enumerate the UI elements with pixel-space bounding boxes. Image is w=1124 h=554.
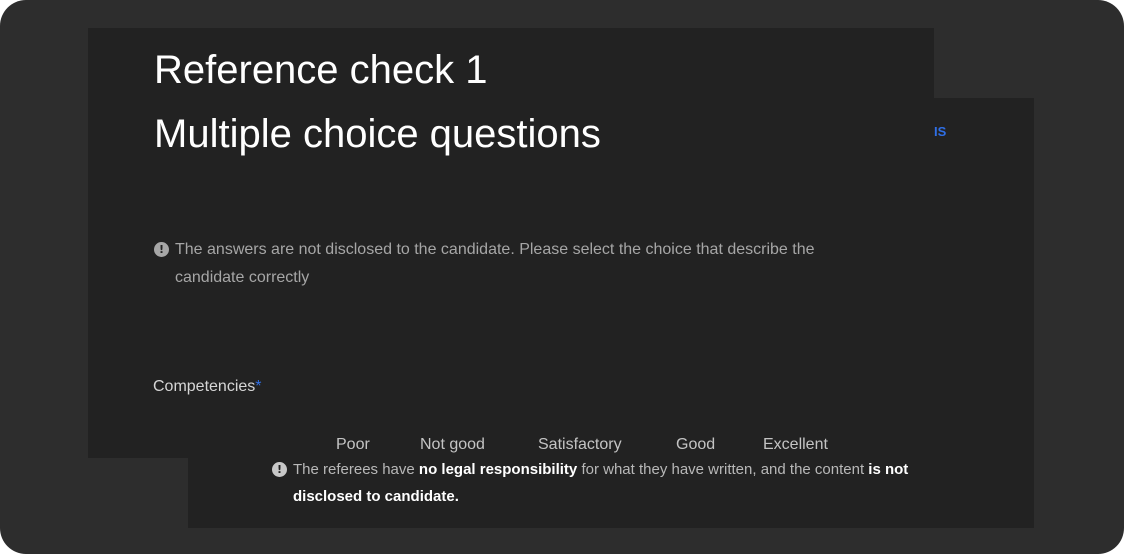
legal-responsibility-notice: ! The referees have no legal responsibil…	[272, 456, 972, 510]
competencies-label: Competencies*	[153, 378, 262, 396]
competencies-label-text: Competencies	[153, 378, 256, 395]
rating-option-satisfactory[interactable]: Satisfactory	[538, 436, 622, 456]
notice-text-part: for what they have written, and the cont…	[577, 461, 869, 478]
rating-option-excellent[interactable]: Excellent	[763, 436, 828, 456]
required-asterisk: *	[255, 378, 262, 395]
section-title: Multiple choice questions	[154, 112, 601, 156]
screen-frame: IS ! The referees have no legal responsi…	[0, 0, 1124, 554]
rating-option-good[interactable]: Good	[676, 436, 715, 456]
notice-bold-part: is not	[868, 461, 909, 478]
rating-option-not-good[interactable]: Not good	[420, 436, 485, 456]
notice-bold-part: disclosed to candidate.	[293, 488, 459, 505]
disclosure-notice-text: The answers are not disclosed to the can…	[175, 241, 815, 286]
disclosure-notice: ! The answers are not disclosed to the c…	[154, 236, 874, 292]
notice-bold-part: no legal responsibility	[418, 461, 578, 478]
page-title: Reference check 1	[154, 48, 488, 92]
info-circle-icon: !	[272, 462, 287, 477]
info-circle-icon: !	[154, 242, 169, 257]
rating-option-poor[interactable]: Poor	[336, 436, 370, 456]
back-dialog-link[interactable]: IS	[934, 124, 946, 139]
notice-text-part: The referees have	[293, 461, 419, 478]
